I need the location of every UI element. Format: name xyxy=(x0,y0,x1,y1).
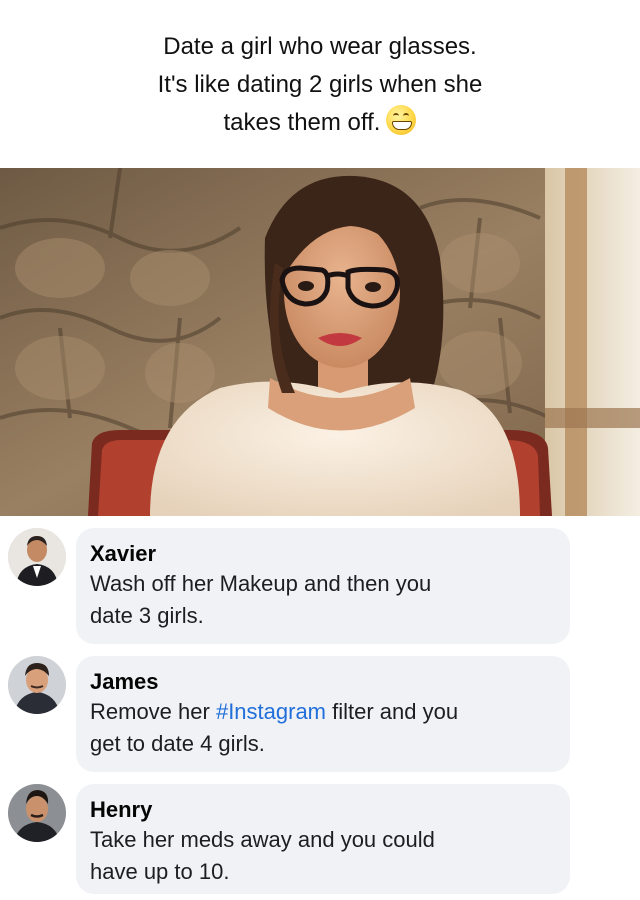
comment-text: Remove her #Instagram filter and you get… xyxy=(90,696,552,760)
comment-james: James Remove her #Instagram filter and y… xyxy=(0,652,640,774)
comment-bubble: Xavier Wash off her Makeup and then you … xyxy=(76,528,570,644)
comment-text-line-1: Remove her #Instagram filter and you xyxy=(90,696,552,728)
caption-line-3: takes them off. xyxy=(0,104,640,142)
comment-author[interactable]: Xavier xyxy=(90,540,552,568)
comment-text: Take her meds away and you could have up… xyxy=(90,824,552,888)
comment-text: Wash off her Makeup and then you date 3 … xyxy=(90,568,552,632)
comment-text-line-1: Take her meds away and you could xyxy=(90,827,435,852)
person-avatar-icon xyxy=(8,528,66,586)
avatar[interactable] xyxy=(8,528,66,586)
comment-bubble: Henry Take her meds away and you could h… xyxy=(76,784,570,894)
caption-line-1: Date a girl who wear glasses. xyxy=(163,33,477,60)
person-avatar-icon xyxy=(8,656,66,714)
photo-woman-with-glasses xyxy=(0,168,640,516)
post-caption: Date a girl who wear glasses. It's like … xyxy=(0,28,640,142)
comment-text-line-2: have up to 10. xyxy=(90,859,230,884)
comment-xavier: Xavier Wash off her Makeup and then you … xyxy=(0,524,640,646)
grinning-face-emoji-icon xyxy=(386,105,417,135)
comment-text-after: filter and you xyxy=(326,699,459,724)
comment-text-line-2: date 3 girls. xyxy=(90,603,204,628)
post-photo[interactable] xyxy=(0,168,640,516)
caption-line-3-text: takes them off. xyxy=(223,109,381,136)
person-avatar-icon xyxy=(8,784,66,842)
comment-text-before: Remove her xyxy=(90,699,216,724)
caption-line-2: It's like dating 2 girls when she xyxy=(157,71,483,98)
avatar[interactable] xyxy=(8,656,66,714)
comment-text-line-2: get to date 4 girls. xyxy=(90,731,265,756)
comment-author[interactable]: James xyxy=(90,668,552,696)
avatar[interactable] xyxy=(8,784,66,842)
comment-text-line-1: Wash off her Makeup and then you xyxy=(90,571,432,596)
hashtag-link[interactable]: #Instagram xyxy=(216,699,326,724)
comment-henry: Henry Take her meds away and you could h… xyxy=(0,780,640,900)
comment-author[interactable]: Henry xyxy=(90,796,552,824)
comment-bubble: James Remove her #Instagram filter and y… xyxy=(76,656,570,772)
